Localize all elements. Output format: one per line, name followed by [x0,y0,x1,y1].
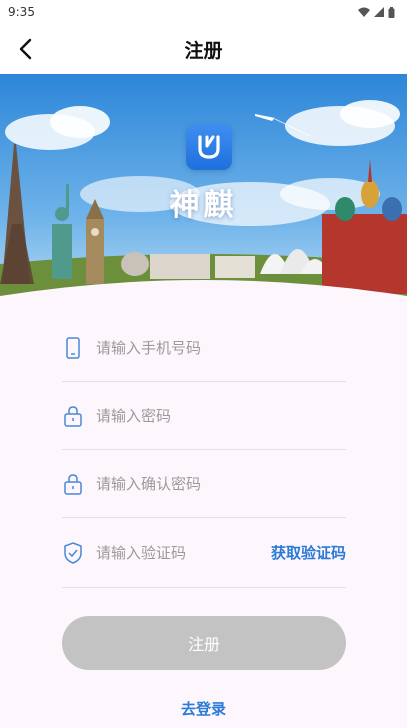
logo-icon [198,135,220,159]
shield-icon [62,541,84,564]
back-button[interactable] [8,32,42,66]
confirm-password-input[interactable]: 请输入确认密码 [96,473,346,494]
status-bar: 9:35 [0,0,407,24]
status-time: 9:35 [8,5,35,19]
password-input[interactable]: 请输入密码 [96,405,346,426]
hero-banner: 神麒 [0,74,407,314]
password-field[interactable]: 请输入密码 [62,382,346,450]
phone-icon [62,336,84,359]
page-title: 注册 [184,39,223,62]
verification-code-input[interactable]: 请输入验证码 [96,542,271,563]
nav-bar: 注册 [0,24,407,74]
register-form: 请输入手机号码 请输入密码 请输入确认密码 请输入验证码 获取验证码 [62,314,346,588]
verification-code-field[interactable]: 请输入验证码 获取验证码 [62,518,346,588]
confirm-password-field[interactable]: 请输入确认密码 [62,450,346,518]
lock-icon [62,405,84,427]
login-link[interactable]: 去登录 [0,698,407,719]
battery-icon [388,6,395,18]
phone-field[interactable]: 请输入手机号码 [62,314,346,382]
status-icons [358,6,395,18]
app-name: 神麒 [169,188,238,223]
app-logo [186,124,232,170]
register-button[interactable]: 注册 [62,616,346,670]
phone-input[interactable]: 请输入手机号码 [96,337,346,358]
signal-icon [374,7,384,17]
lock-icon [62,473,84,495]
get-code-button[interactable]: 获取验证码 [271,542,346,563]
chevron-left-icon [19,38,32,60]
wifi-icon [358,7,370,17]
